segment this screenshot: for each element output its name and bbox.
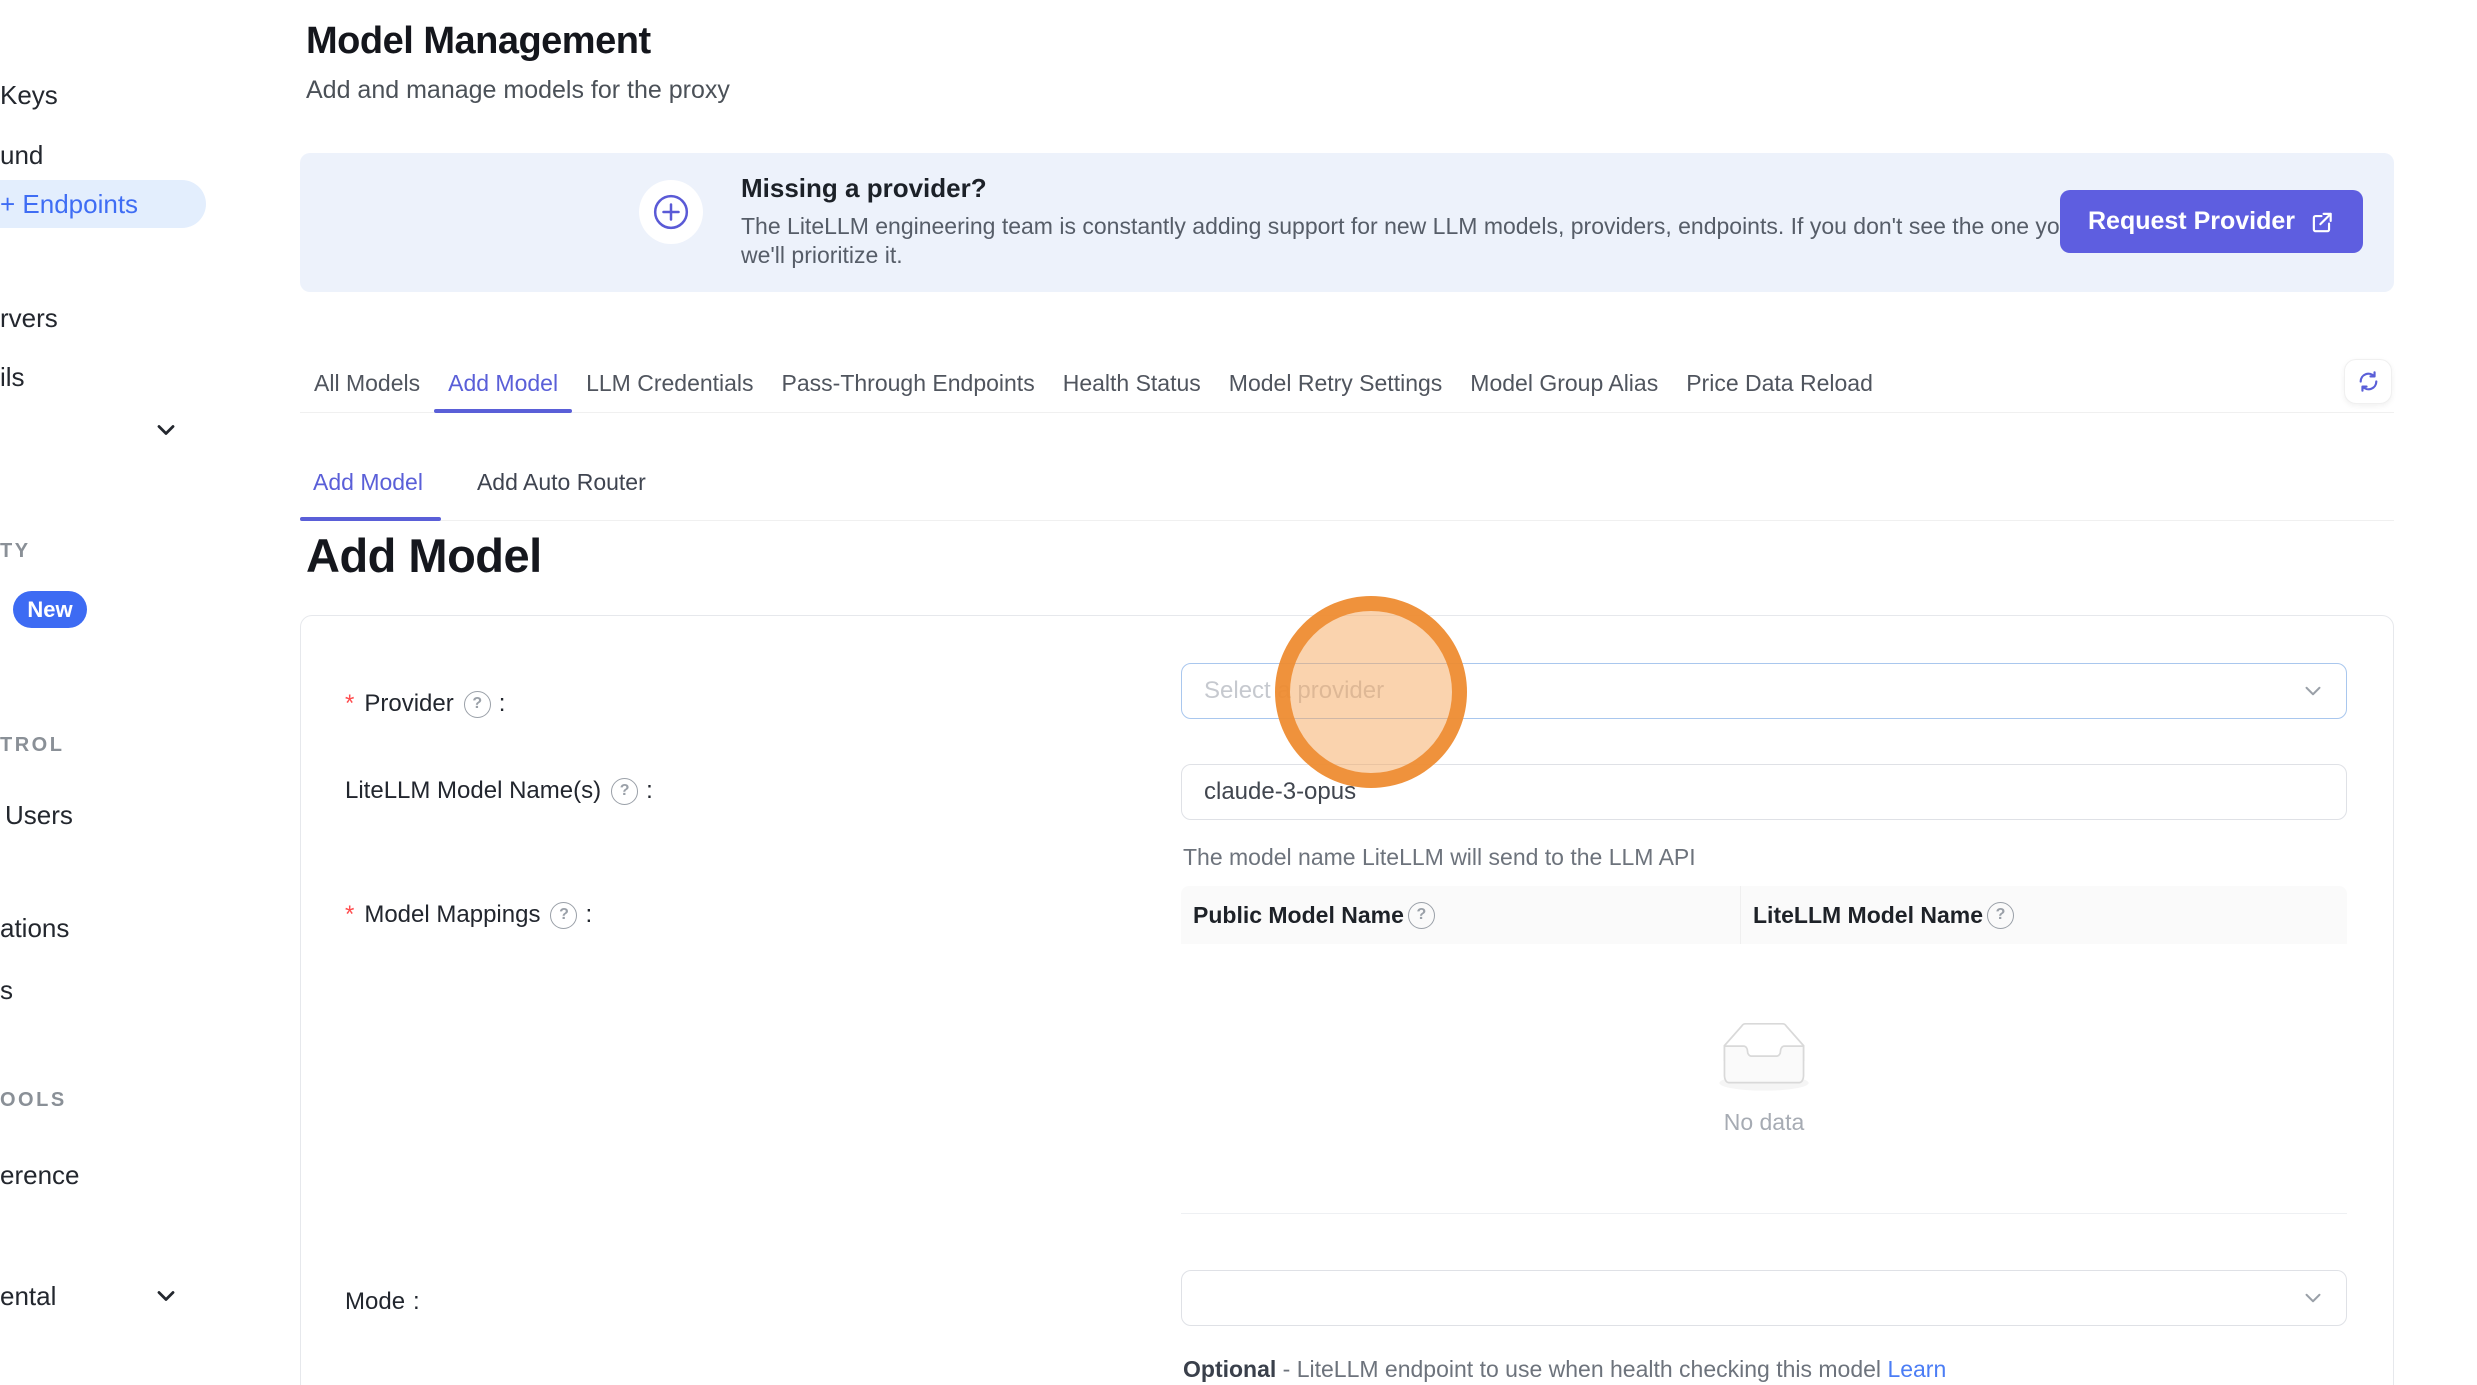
help-icon[interactable]: ? [1987, 902, 2014, 929]
help-icon[interactable]: ? [611, 778, 638, 805]
colon: : [499, 690, 506, 718]
chevron-down-icon[interactable] [152, 1282, 180, 1310]
model-name-label: LiteLLM Model Name(s) ? : [345, 777, 653, 805]
tab-all-models[interactable]: All Models [300, 355, 434, 412]
tab-health-status[interactable]: Health Status [1049, 355, 1215, 412]
external-link-icon [2309, 209, 2335, 235]
model-name-label-text: LiteLLM Model Name(s) [345, 777, 601, 805]
plus-circle-icon [639, 180, 703, 244]
public-model-name-header: Public Model Name ? [1181, 886, 1741, 944]
sidebar-item-organizations[interactable]: ations [0, 913, 69, 944]
provider-select[interactable]: Select a provider [1181, 663, 2347, 719]
sidebar-item-playground[interactable]: und [0, 140, 43, 171]
model-mappings-table: Public Model Name ? LiteLLM Model Name ? [1181, 886, 2347, 1214]
required-marker: * [345, 690, 354, 718]
model-tabs: All Models Add Model LLM Credentials Pas… [300, 355, 2394, 413]
request-provider-label: Request Provider [2088, 207, 2295, 236]
provider-label-text: Provider [364, 690, 453, 718]
tab-add-model[interactable]: Add Model [434, 355, 572, 412]
sidebar-item-models-endpoints-label: + Endpoints [0, 189, 138, 220]
subtab-add-auto-router[interactable]: Add Auto Router [464, 445, 659, 520]
litellm-model-name-header-text: LiteLLM Model Name [1753, 902, 1983, 929]
chevron-down-icon [2300, 678, 2326, 704]
sidebar-section-access-control: TROL [0, 734, 64, 757]
page-title: Model Management [306, 20, 651, 63]
colon: : [585, 901, 592, 929]
sidebar-item-models-endpoints[interactable]: + Endpoints [0, 180, 206, 228]
empty-inbox-icon [1709, 1022, 1819, 1099]
mode-select[interactable] [1181, 1270, 2347, 1326]
mappings-empty-state: No data [1181, 944, 2347, 1214]
banner-text-line2: we'll prioritize it. [741, 242, 903, 269]
tab-price-data-reload[interactable]: Price Data Reload [1672, 355, 1887, 412]
tab-model-group-alias[interactable]: Model Group Alias [1456, 355, 1672, 412]
chevron-down-icon[interactable] [152, 416, 180, 444]
help-icon[interactable]: ? [464, 691, 491, 718]
page-subtitle: Add and manage models for the proxy [306, 76, 730, 105]
learn-link[interactable]: Learn [1887, 1356, 1946, 1382]
mode-label: Mode : [345, 1288, 420, 1316]
provider-label: * Provider ? : [345, 690, 505, 718]
tab-pass-through-endpoints[interactable]: Pass-Through Endpoints [768, 355, 1049, 412]
model-mappings-label-text: Model Mappings [364, 901, 540, 929]
provider-select-placeholder: Select a provider [1204, 677, 1384, 705]
chevron-down-icon [2300, 1285, 2326, 1311]
litellm-model-name-header: LiteLLM Model Name ? [1741, 886, 2014, 944]
add-model-heading: Add Model [306, 528, 542, 583]
mode-helper-bold: Optional [1183, 1356, 1276, 1382]
app-window: Keys und + Endpoints rvers ils TY New TR… [0, 0, 2477, 1385]
sidebar-item-servers[interactable]: rvers [0, 303, 58, 334]
required-marker: * [345, 901, 354, 929]
mode-label-text: Mode [345, 1288, 405, 1316]
model-name-helper: The model name LiteLLM will send to the … [1183, 844, 1696, 871]
colon: : [413, 1288, 420, 1316]
missing-provider-banner: Missing a provider? The LiteLLM engineer… [300, 153, 2394, 292]
sidebar-item-experimental[interactable]: ental [0, 1281, 56, 1312]
help-icon[interactable]: ? [550, 902, 577, 929]
subtab-add-model[interactable]: Add Model [300, 445, 436, 520]
tab-model-retry-settings[interactable]: Model Retry Settings [1215, 355, 1456, 412]
sidebar-item-teams[interactable]: s [0, 975, 13, 1006]
help-icon[interactable]: ? [1408, 902, 1435, 929]
new-badge: New [13, 591, 87, 628]
sidebar-item-api-reference[interactable]: erence [0, 1160, 80, 1191]
sidebar-item-guardrails[interactable]: ils [0, 362, 25, 393]
sidebar-section-observability: TY [0, 540, 31, 563]
model-mappings-label: * Model Mappings ? : [345, 901, 592, 929]
add-model-subtabs: Add Model Add Auto Router [300, 445, 2394, 521]
sidebar-item-users[interactable]: Users [5, 800, 73, 831]
public-model-name-header-text: Public Model Name [1193, 902, 1404, 929]
model-name-input[interactable]: claude-3-opus [1181, 764, 2347, 820]
banner-title: Missing a provider? [741, 173, 987, 204]
mappings-table-header: Public Model Name ? LiteLLM Model Name ? [1181, 886, 2347, 944]
no-data-text: No data [1724, 1109, 1805, 1136]
add-model-form-card: * Provider ? : Select a provider LiteLLM… [300, 615, 2394, 1385]
request-provider-button[interactable]: Request Provider [2060, 190, 2363, 253]
refresh-icon [2356, 369, 2381, 394]
sidebar-section-tools: OOLS [0, 1089, 67, 1112]
tab-llm-credentials[interactable]: LLM Credentials [572, 355, 767, 412]
model-name-value: claude-3-opus [1204, 778, 1356, 806]
colon: : [646, 777, 653, 805]
sidebar-item-keys[interactable]: Keys [0, 80, 58, 111]
refresh-button[interactable] [2344, 359, 2392, 404]
mode-helper: Optional - LiteLLM endpoint to use when … [1183, 1356, 1946, 1383]
mode-helper-text: - LiteLLM endpoint to use when health ch… [1276, 1356, 1887, 1382]
